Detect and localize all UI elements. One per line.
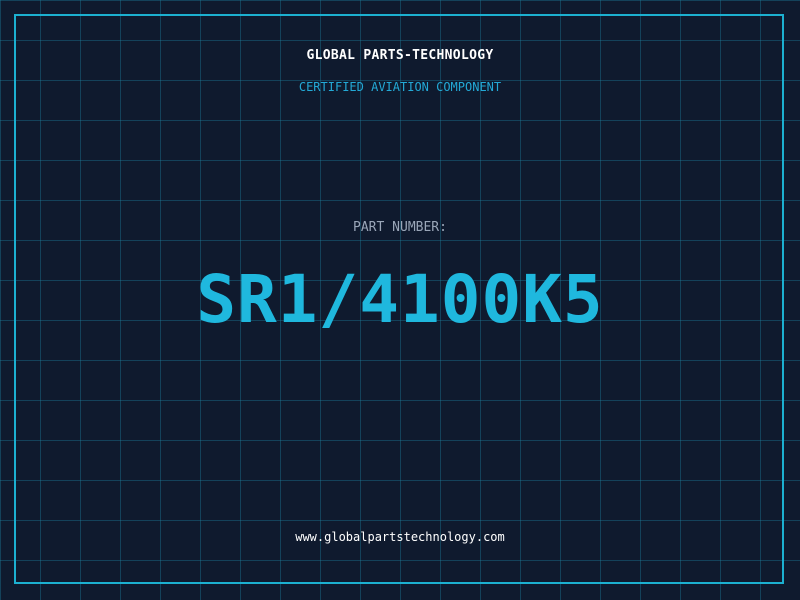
certification-tagline: CERTIFIED AVIATION COMPONENT: [298, 80, 502, 94]
company-name: GLOBAL PARTS-TECHNOLOGY: [306, 48, 494, 63]
part-label-card: GLOBAL PARTS-TECHNOLOGY CERTIFIED AVIATI…: [0, 0, 800, 600]
part-number-value: SR1/4100K5: [196, 261, 604, 338]
website-url: www.globalpartstechnology.com: [295, 530, 505, 544]
part-number-label: PART NUMBER:: [353, 220, 447, 235]
